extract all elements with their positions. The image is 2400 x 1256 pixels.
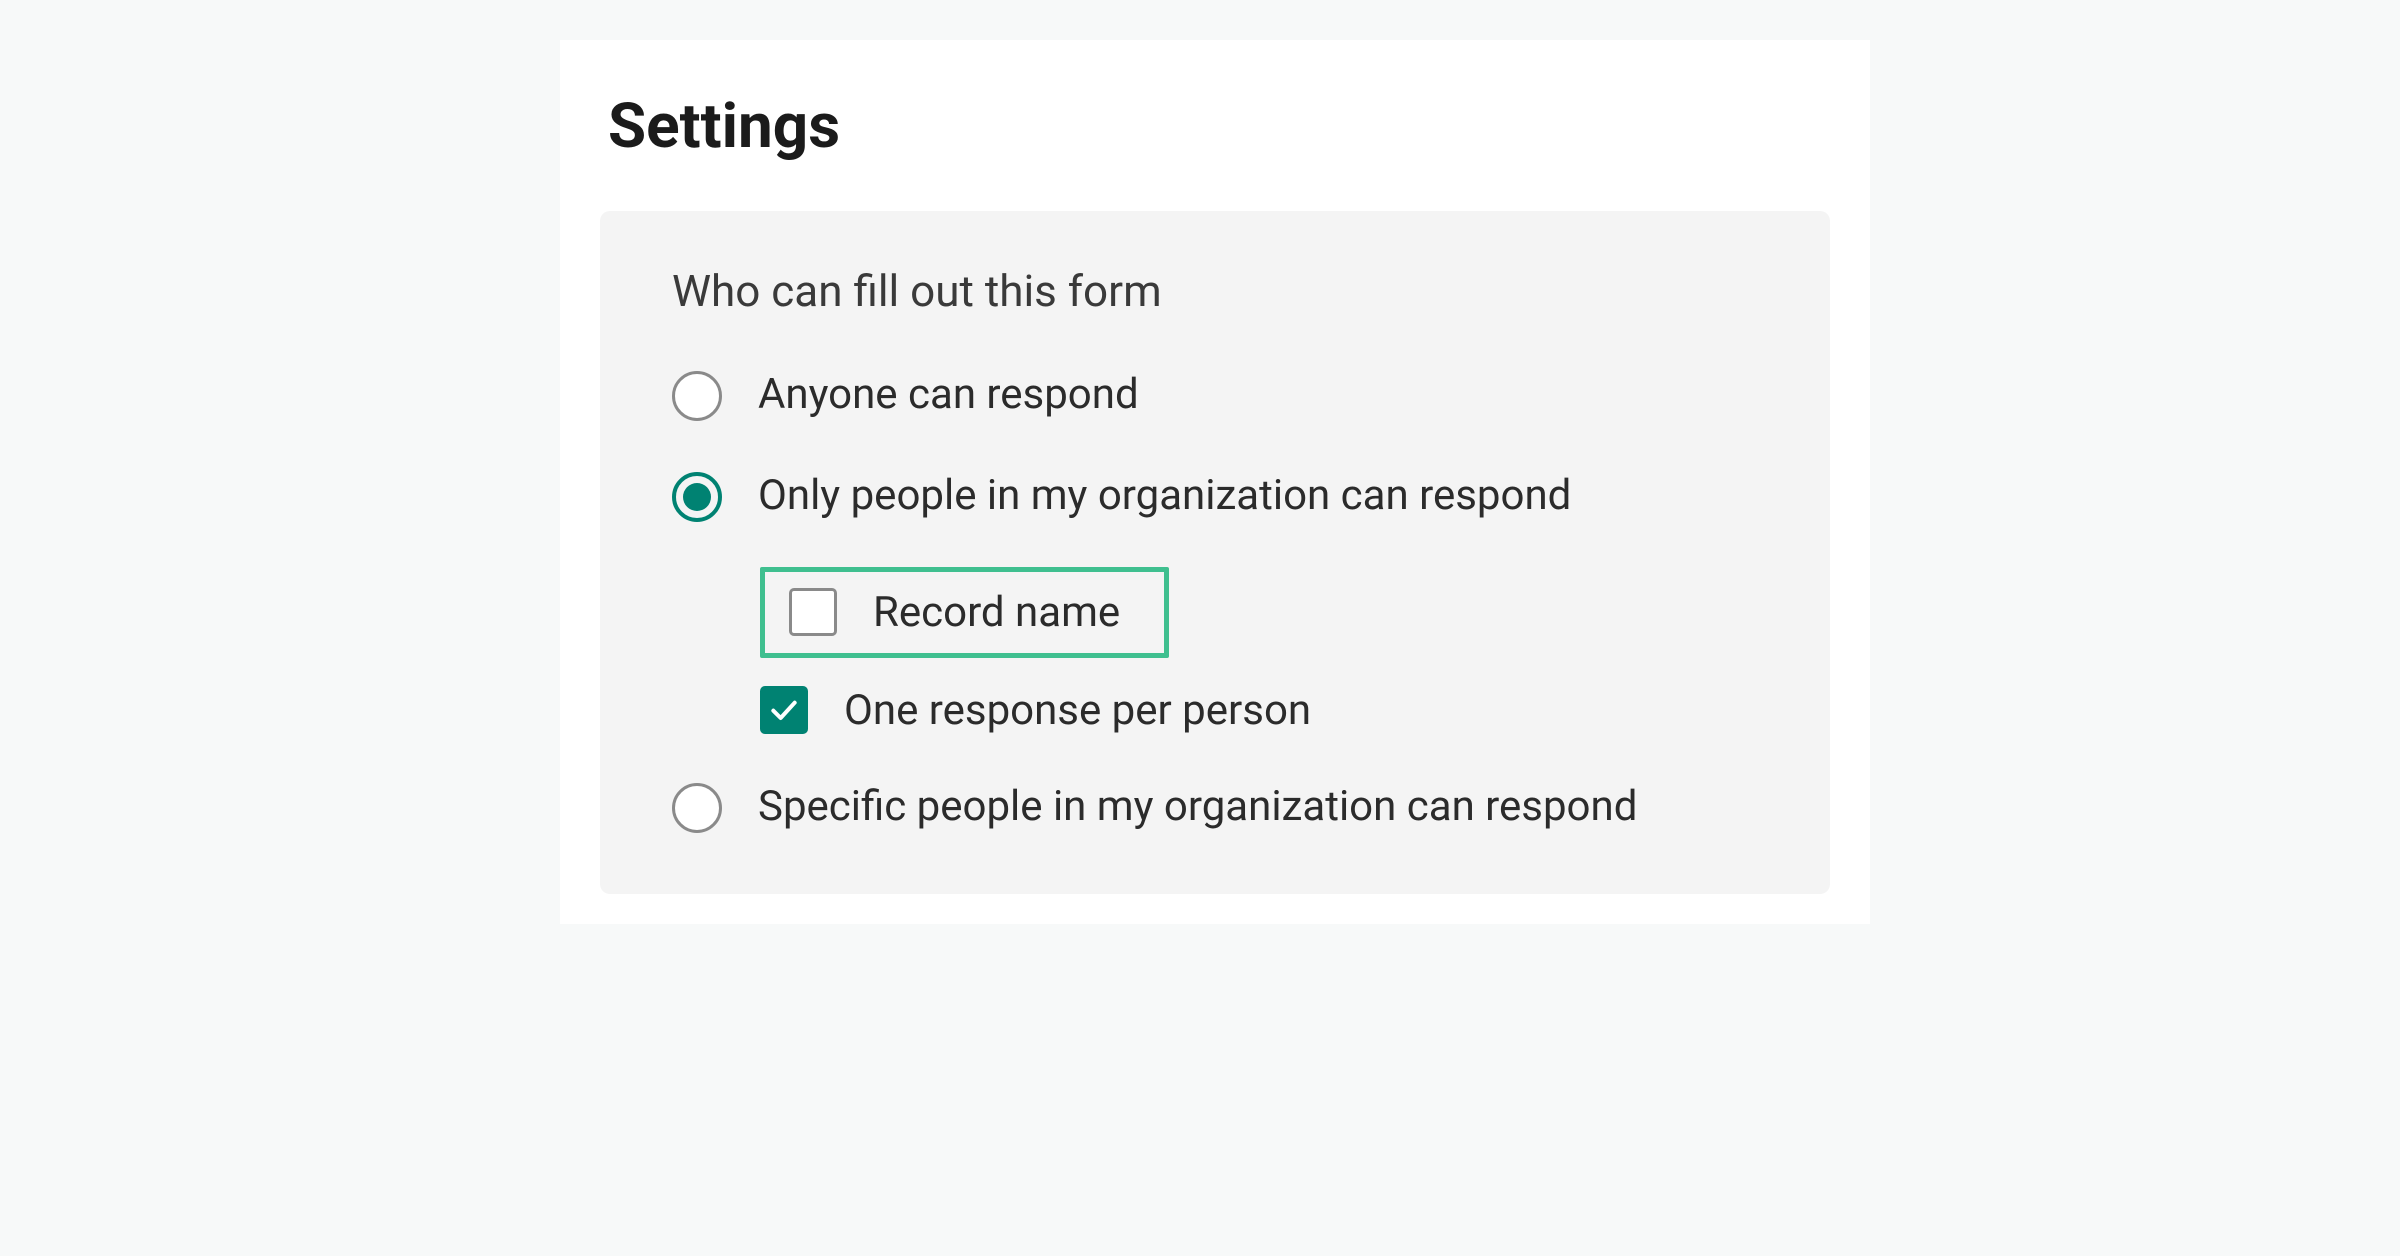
checkbox-row-record-name: Record name [760,567,1770,658]
radio-label: Anyone can respond [758,365,1139,426]
checkbox-label: One response per person [844,686,1311,735]
sub-options: Record name One response per person [760,567,1770,735]
settings-panel: Settings Who can fill out this form Anyo… [560,40,1870,924]
checkbox-label[interactable]: Record name [873,588,1120,637]
radio-checked-icon [672,472,722,522]
radio-unchecked-icon [672,371,722,421]
checkbox-unchecked-icon[interactable] [789,588,837,636]
check-icon [768,694,800,726]
highlight-annotation: Record name [760,567,1169,658]
radio-unchecked-icon [672,783,722,833]
who-can-fill-card: Who can fill out this form Anyone can re… [600,211,1830,894]
checkbox-row-one-response[interactable]: One response per person [760,686,1770,735]
radio-label: Only people in my organization can respo… [758,466,1571,527]
panel-title: Settings [600,90,1830,163]
radio-option-specific-people[interactable]: Specific people in my organization can r… [672,777,1770,838]
checkbox-checked-icon [760,686,808,734]
radio-option-org-only[interactable]: Only people in my organization can respo… [672,466,1770,527]
section-heading: Who can fill out this form [672,265,1770,317]
radio-label: Specific people in my organization can r… [758,777,1637,838]
radio-option-anyone[interactable]: Anyone can respond [672,365,1770,426]
